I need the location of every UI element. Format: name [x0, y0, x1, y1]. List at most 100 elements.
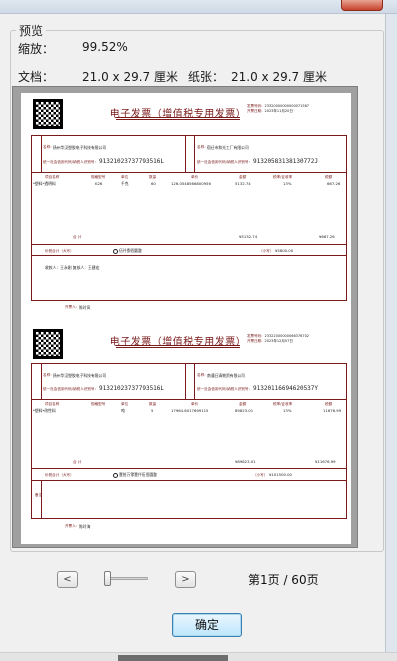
currency-circle-icon — [113, 472, 118, 478]
total-tax: ¥667.26 — [319, 234, 335, 239]
window-edge — [385, 14, 397, 661]
qr-code-icon — [33, 329, 63, 359]
seller-tax-id: 91320116694620537Y — [253, 385, 319, 392]
seller-tax-label: 统一社会信用代码/纳税人识别号： — [197, 160, 253, 164]
seller-name: 南通日清物资有限公司 — [207, 373, 245, 378]
col-header: 金额 — [239, 175, 247, 179]
item-name: *塑料*改性料 — [33, 408, 56, 413]
col-header: 单价 — [191, 175, 199, 179]
seller-name: 宿迁市和光工厂有限公司 — [207, 145, 249, 150]
qr-code-icon — [33, 99, 63, 129]
total-amount: ¥89823.01 — [235, 459, 256, 464]
divider — [185, 135, 186, 172]
ok-button[interactable]: 确定 — [172, 613, 242, 637]
zoom-slider-thumb[interactable] — [104, 571, 111, 586]
col-header: 单价 — [191, 402, 199, 406]
invoice-meta: 发票号码：23320000000000071567 开票日期：2023年11月2… — [247, 104, 310, 113]
item-qty: 5 — [151, 408, 154, 413]
zoom-value: 99.52% — [82, 40, 128, 54]
document-size-value: 21.0 x 29.7 厘米 — [82, 70, 178, 84]
col-header: 税率/征收率 — [273, 175, 293, 179]
divider — [194, 363, 195, 399]
seller-tax-label: 统一社会信用代码/纳税人识别号： — [197, 387, 253, 391]
item-amount: 5132.74 — [235, 181, 251, 186]
grand-total-words: 壹拾万零壹仟伍佰圆整 — [113, 472, 157, 478]
total-label: 合 计 — [73, 460, 82, 464]
page-preview-area[interactable]: 电子发票（增值税专用发票） 发票号码：23320000000000071567 … — [12, 86, 358, 548]
total-tax: ¥11676.99 — [315, 459, 336, 464]
issuer-label: 开票人： — [65, 524, 80, 528]
buyer-tax-id: 91321023737793516L — [99, 385, 165, 392]
col-header: 金额 — [239, 402, 247, 406]
col-header: 单位 — [121, 402, 129, 406]
col-header: 税额 — [325, 175, 333, 179]
divider — [194, 135, 195, 172]
item-unit: 千克 — [121, 181, 129, 186]
buyer-name: 扬州华汉塑胶电子科技有限公司 — [53, 373, 107, 378]
item-tax: 11676.99 — [323, 408, 342, 413]
taskbar-item — [118, 655, 228, 661]
divider — [31, 172, 347, 173]
item-rate: 13% — [283, 181, 292, 186]
item-unit: 吨 — [121, 408, 125, 413]
title-underline — [116, 117, 240, 120]
preview-page: 电子发票（增值税专用发票） 发票号码：23320000000000071567 … — [21, 93, 351, 544]
window-title-bar — [0, 0, 397, 14]
divider — [31, 244, 347, 245]
item-rate: 13% — [283, 408, 292, 413]
invoice-meta: 发票号码：23322000000066376702 开票日期：2023年12月0… — [247, 334, 310, 343]
grand-total-label: 价税合计（大写） — [45, 249, 74, 253]
grand-small-label: （小写） — [253, 473, 268, 477]
col-header: 数量 — [149, 402, 157, 406]
col-header: 单位 — [121, 175, 129, 179]
col-header: 项目名称 — [45, 402, 60, 406]
col-header: 税率/征收率 — [273, 402, 293, 406]
grand-small-label: （小写） — [259, 249, 274, 253]
item-amount: 89823.01 — [235, 408, 254, 413]
grand-total-label: 价税合计（大写） — [45, 473, 74, 477]
divider — [185, 363, 186, 399]
paper-size-value: 21.0 x 29.7 厘米 — [231, 70, 327, 84]
issuer-label: 开票人： — [65, 305, 80, 309]
item-qty: 60 — [151, 181, 156, 186]
item-tax: 667.26 — [327, 181, 341, 186]
document-size-label: 文档： — [18, 70, 55, 84]
zoom-label: 缩放： — [18, 42, 55, 56]
buyer-tax-label: 统一社会信用代码/纳税人识别号： — [43, 160, 99, 164]
buyer-tax-label: 统一社会信用代码/纳税人识别号： — [43, 387, 99, 391]
issuer-name: 陈玲海 — [79, 524, 91, 529]
col-header: 税额 — [325, 402, 333, 406]
divider — [41, 363, 42, 399]
item-price: 17964.6017699115 — [171, 408, 209, 413]
total-label: 合 计 — [73, 235, 82, 239]
divider — [31, 480, 347, 481]
currency-circle-icon — [113, 248, 118, 254]
divider — [31, 399, 347, 400]
divider — [31, 255, 347, 256]
grand-total-small: ¥101500.00 — [269, 472, 292, 477]
divider — [41, 135, 42, 172]
preview-group-title: 预览 — [16, 22, 47, 39]
grand-total-small: ¥5800.00 — [275, 248, 294, 253]
previous-page-button[interactable]: < — [57, 571, 78, 588]
buyer-name: 扬州华汉塑胶电子科技有限公司 — [53, 145, 107, 150]
page-indicator: 第1页 / 60页 — [248, 573, 319, 587]
issuer-name: 陈玲凤 — [79, 305, 91, 310]
total-amount: ¥5132.74 — [239, 234, 258, 239]
paper-size-label: 纸张： — [188, 70, 225, 84]
item-price: 126.0548566800956 — [171, 181, 211, 186]
col-header: 数量 — [149, 175, 157, 179]
divider — [31, 468, 347, 469]
next-page-button[interactable]: > — [175, 571, 196, 588]
seller-tax-id: 91320583138130772J — [253, 158, 319, 165]
buyer-tax-id: 91321023737793516L — [99, 158, 165, 165]
grand-total-words: 伍仟捌佰圆整 — [113, 248, 142, 254]
item-spec: K26 — [95, 181, 103, 186]
title-underline — [116, 345, 240, 348]
window-close-button[interactable] — [341, 0, 383, 11]
divider — [41, 480, 42, 519]
remark-text: 收款人：王永刚 复核人：王建宏 — [45, 265, 100, 270]
col-header: 规格型号 — [91, 402, 106, 406]
col-header: 规格型号 — [91, 175, 106, 179]
item-name: *塑料*透明料 — [33, 181, 56, 186]
